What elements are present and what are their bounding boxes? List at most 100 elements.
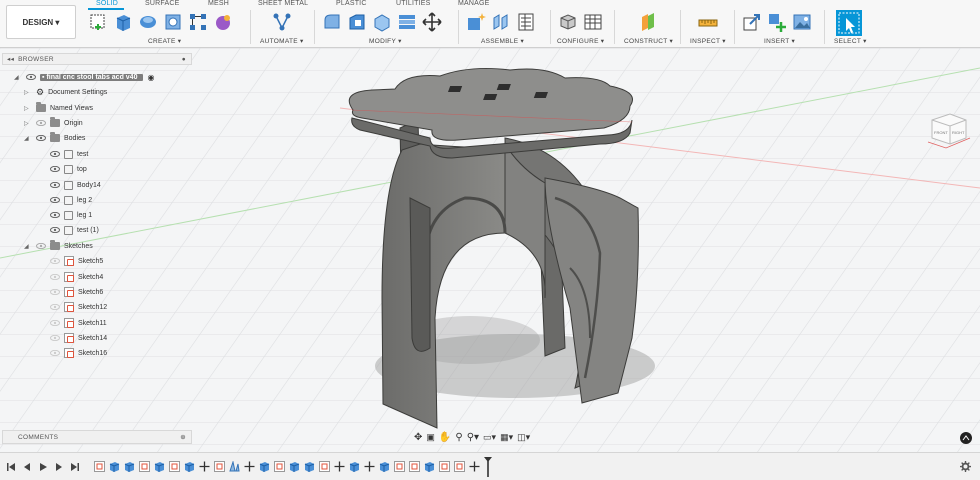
viewports-icon[interactable]: ◫▾: [517, 432, 530, 443]
tree-root[interactable]: ◢ ▪ final cnc stool tabs acd v40 ◉: [14, 70, 154, 84]
tree-body[interactable]: top: [50, 162, 87, 176]
select-icon[interactable]: [836, 10, 862, 36]
browser-header[interactable]: ◂◂ BROWSER ●: [2, 53, 192, 65]
expand-arrow-icon[interactable]: ▷: [24, 105, 32, 112]
expand-arrow-icon[interactable]: ◢: [24, 135, 32, 142]
root-component-label[interactable]: ▪ final cnc stool tabs acd v40: [40, 73, 144, 81]
timeline-sketch-icon[interactable]: [454, 461, 465, 472]
browser-pin-icon[interactable]: ●: [182, 56, 186, 63]
timeline-extrude-icon[interactable]: [109, 461, 120, 472]
timeline-extrude-icon[interactable]: [304, 461, 315, 472]
tree-body[interactable]: test: [50, 147, 88, 161]
expand-arrow-icon[interactable]: ▷: [24, 120, 32, 127]
modify-menu[interactable]: MODIFY ▾: [369, 37, 402, 45]
expand-arrow-icon[interactable]: ◢: [14, 74, 22, 81]
grid-settings-icon[interactable]: ▦▾: [500, 432, 513, 443]
go-to-end-icon[interactable]: [70, 462, 80, 472]
visibility-eye-icon[interactable]: [26, 74, 36, 80]
tree-sketch[interactable]: Sketch16: [50, 346, 107, 360]
configure-menu[interactable]: CONFIGURE ▾: [557, 37, 604, 45]
tree-body[interactable]: leg 1: [50, 208, 92, 222]
insert-canvas-icon[interactable]: [792, 12, 812, 32]
timeline-move-icon[interactable]: [244, 461, 255, 472]
timeline-move-icon[interactable]: [364, 461, 375, 472]
tree-body[interactable]: Body14: [50, 178, 101, 192]
expand-arrow-icon[interactable]: ◢: [24, 243, 32, 250]
timeline-move-icon[interactable]: [469, 461, 480, 472]
tab-mesh[interactable]: MESH: [208, 0, 229, 7]
visibility-eye-icon[interactable]: [50, 197, 60, 203]
timeline-extrude-icon[interactable]: [424, 461, 435, 472]
visibility-eye-icon[interactable]: [50, 227, 60, 233]
tree-sketch[interactable]: Sketch14: [50, 331, 107, 345]
tab-manage[interactable]: MANAGE: [458, 0, 490, 7]
timeline-extrude-icon[interactable]: [379, 461, 390, 472]
tab-sheet-metal[interactable]: SHEET METAL: [258, 0, 308, 7]
timeline-extrude-icon[interactable]: [259, 461, 270, 472]
visibility-eye-icon[interactable]: [50, 320, 60, 326]
visibility-eye-icon[interactable]: [50, 212, 60, 218]
create-sketch-icon[interactable]: [88, 12, 108, 32]
extrude-icon[interactable]: [113, 12, 133, 32]
pattern-icon[interactable]: [188, 12, 208, 32]
tree-sketch[interactable]: Sketch4: [50, 270, 103, 284]
timeline-extrude-icon[interactable]: [154, 461, 165, 472]
timeline-extrude-icon[interactable]: [349, 461, 360, 472]
insert-menu[interactable]: INSERT ▾: [764, 37, 795, 45]
activate-radio-icon[interactable]: ◉: [147, 73, 154, 82]
tab-utilities[interactable]: UTILITIES: [396, 0, 430, 7]
timeline-move-icon[interactable]: [334, 461, 345, 472]
new-component-icon[interactable]: [466, 12, 486, 32]
visibility-eye-icon[interactable]: [50, 304, 60, 310]
create-form-icon[interactable]: [213, 12, 233, 32]
timeline-mirror-icon[interactable]: [229, 461, 240, 472]
press-pull-icon[interactable]: [322, 12, 342, 32]
timeline-sketch-icon[interactable]: [214, 461, 225, 472]
display-settings-icon[interactable]: ▭▾: [483, 432, 496, 443]
visibility-eye-icon[interactable]: [50, 335, 60, 341]
tree-bodies[interactable]: ◢ Bodies: [24, 131, 85, 145]
tab-solid[interactable]: SOLID: [96, 0, 118, 7]
go-to-start-icon[interactable]: [6, 462, 16, 472]
collapse-panel-icon[interactable]: ◂◂: [7, 55, 14, 63]
timeline-sketch-icon[interactable]: [94, 461, 105, 472]
timeline-sketch-icon[interactable]: [394, 461, 405, 472]
visibility-eye-icon[interactable]: [36, 135, 46, 141]
automate-icon[interactable]: [272, 12, 292, 32]
timeline-sketch-icon[interactable]: [139, 461, 150, 472]
tree-sketch[interactable]: Sketch11: [50, 316, 107, 330]
inspect-menu[interactable]: INSPECT ▾: [690, 37, 726, 45]
model-scene[interactable]: FRONT RIGHT: [0, 48, 980, 452]
comments-panel[interactable]: COMMENTS ⊕: [2, 430, 192, 444]
timeline-sketch-icon[interactable]: [319, 461, 330, 472]
shell-icon[interactable]: [372, 12, 392, 32]
tree-document-settings[interactable]: ▷ ⚙ Document Settings: [24, 85, 107, 99]
tree-named-views[interactable]: ▷ Named Views: [24, 101, 93, 115]
timeline-marker[interactable]: [484, 457, 492, 477]
timeline-sketch-icon[interactable]: [274, 461, 285, 472]
timeline-extrude-icon[interactable]: [289, 461, 300, 472]
design-workspace-button[interactable]: DESIGN ▾: [6, 5, 76, 39]
visibility-eye-icon[interactable]: [50, 182, 60, 188]
visibility-eye-icon[interactable]: [50, 151, 60, 157]
offset-plane-icon[interactable]: [638, 12, 658, 32]
timeline-move-icon[interactable]: [199, 461, 210, 472]
assemble-menu[interactable]: ASSEMBLE ▾: [481, 37, 524, 45]
tree-body[interactable]: leg 2: [50, 193, 92, 207]
expand-arrow-icon[interactable]: ▷: [24, 89, 32, 96]
tree-sketch[interactable]: Sketch5: [50, 254, 103, 268]
timeline-extrude-icon[interactable]: [184, 461, 195, 472]
comments-add-icon[interactable]: ⊕: [180, 433, 186, 441]
visibility-eye-icon[interactable]: [50, 166, 60, 172]
tree-origin[interactable]: ▷ Origin: [24, 116, 83, 130]
create-menu[interactable]: CREATE ▾: [148, 37, 181, 45]
visibility-eye-icon[interactable]: [50, 350, 60, 356]
step-forward-icon[interactable]: [54, 462, 64, 472]
insert-derive-icon[interactable]: [742, 12, 762, 32]
measure-icon[interactable]: [698, 12, 718, 32]
timeline-sketch-icon[interactable]: [169, 461, 180, 472]
combine-icon[interactable]: [397, 12, 417, 32]
timeline-sketch-icon[interactable]: [439, 461, 450, 472]
timeline-extrude-icon[interactable]: [124, 461, 135, 472]
visibility-eye-icon[interactable]: [36, 243, 46, 249]
